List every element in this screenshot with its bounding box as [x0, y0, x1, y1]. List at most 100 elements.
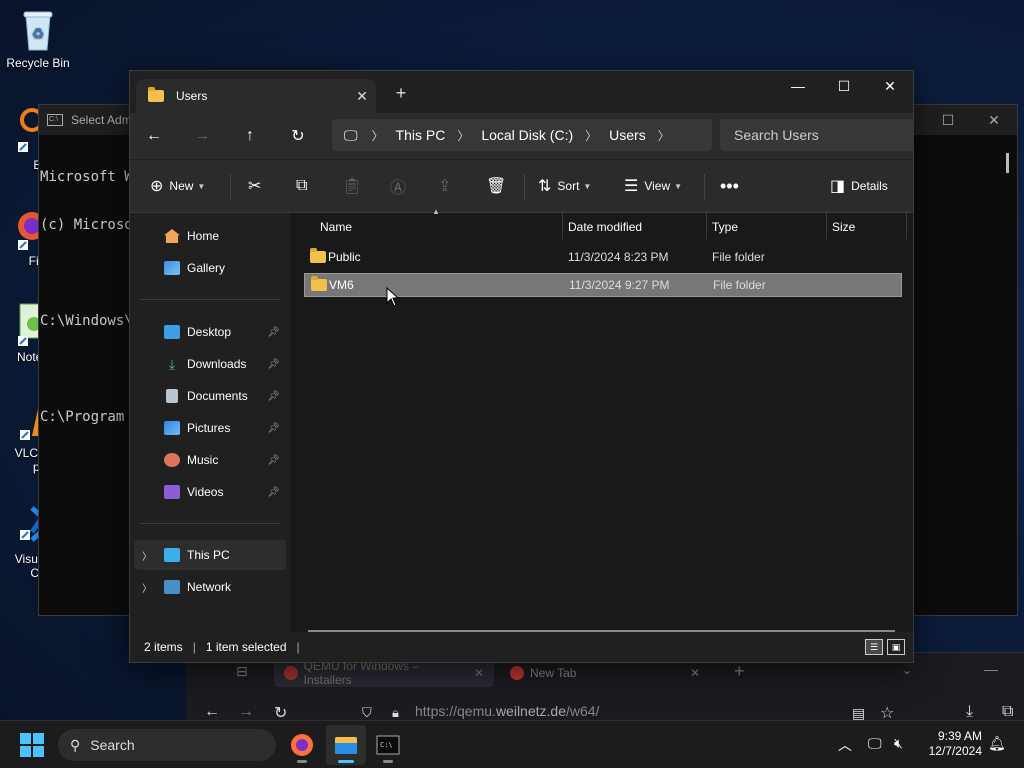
back-icon[interactable]: ← [204, 703, 220, 721]
refresh-icon[interactable]: ↻ [274, 126, 322, 146]
tab-overview-icon[interactable]: ⊟ [236, 663, 248, 680]
column-divider[interactable] [826, 213, 827, 239]
breadcrumb-local-disk[interactable]: Local Disk (C:) [481, 127, 573, 143]
desktop-icon-recycle-bin[interactable]: ♻ Recycle Bin [0, 8, 76, 70]
forward-arrow-icon[interactable]: → [178, 127, 226, 145]
desktop-folder-icon [164, 325, 180, 339]
sidebar-item-home[interactable]: Home [134, 221, 286, 251]
tiles-view-icon[interactable]: ▣ [887, 639, 905, 655]
more-options-button[interactable]: ••• [720, 176, 739, 197]
browser-tab-new[interactable]: New Tab ✕ [500, 659, 710, 687]
chevron-right-icon[interactable]: 〉 [142, 580, 152, 595]
sidebar-item-this-pc[interactable]: 〉 This PC [134, 540, 286, 570]
sidebar-item-downloads[interactable]: ⤓ Downloads 📌︎ [134, 349, 286, 379]
explorer-tab-title: Users [176, 89, 208, 103]
details-view-icon[interactable]: ☰ [865, 639, 883, 655]
explorer-tab-users[interactable]: Users ✕ [136, 79, 376, 113]
minimize-icon[interactable]: — [775, 71, 821, 101]
up-arrow-icon[interactable]: ↑ [226, 127, 274, 145]
tab-close-icon[interactable]: ✕ [690, 666, 700, 680]
chevron-right-icon[interactable]: 〉 [457, 127, 469, 144]
pin-icon[interactable]: 📌︎ [267, 327, 280, 338]
new-button[interactable]: ⊕ New ▼ [150, 176, 205, 196]
pin-icon[interactable]: 📌︎ [267, 391, 280, 402]
chevron-right-icon[interactable]: 〉 [372, 127, 384, 144]
cut-button[interactable]: ✂ [248, 176, 267, 196]
network-status-icon[interactable]: 🖵︎ [868, 735, 882, 752]
sidebar-item-network[interactable]: 〉 Network [134, 572, 286, 602]
system-clock[interactable]: 9:39 AM 12/7/2024 [920, 729, 982, 759]
sidebar-item-music[interactable]: Music 📌︎ [134, 445, 286, 475]
download-icon[interactable]: ⤓ [966, 703, 973, 721]
selection-count: 1 item selected [205, 640, 287, 654]
tab-close-icon[interactable]: ✕ [348, 88, 376, 105]
sidebar-item-documents[interactable]: Documents 📌︎ [134, 381, 286, 411]
table-row[interactable]: Public 11/3/2024 8:23 PM File folder [304, 245, 902, 269]
chevron-right-icon[interactable]: 〉 [658, 127, 670, 144]
delete-button[interactable]: 🗑︎ [486, 176, 512, 196]
notification-bell-icon[interactable]: 🔔︎ [988, 735, 1006, 752]
sidebar-item-desktop[interactable]: Desktop 📌︎ [134, 317, 286, 347]
close-icon[interactable]: ✕ [867, 71, 913, 101]
chevron-right-icon[interactable]: 〉 [585, 127, 597, 144]
column-divider[interactable] [906, 213, 907, 239]
view-button[interactable]: ☰ View ▼ [624, 176, 682, 196]
back-arrow-icon[interactable]: ← [130, 127, 178, 145]
console-scrollbar[interactable] [1006, 153, 1009, 173]
forward-icon[interactable]: → [238, 703, 254, 721]
maximize-icon[interactable]: ☐ [821, 71, 867, 101]
command-bar: ⊕ New ▼ ✂ ⧉ 📋︎ Ⓐ ⇪ 🗑︎ ⇅ Sort ▼ ☰ View ▼ … [130, 159, 913, 213]
new-tab-icon[interactable]: + [734, 661, 745, 682]
search-input[interactable]: Search Users [720, 119, 914, 151]
copy-button[interactable]: ⧉ [296, 177, 313, 195]
tab-close-icon[interactable]: ✕ [474, 666, 484, 680]
pictures-icon [164, 421, 180, 435]
column-header-type[interactable]: Type [712, 213, 738, 241]
sidebar-item-pictures[interactable]: Pictures 📌︎ [134, 413, 286, 443]
taskbar-firefox[interactable] [282, 725, 322, 765]
file-explorer-window[interactable]: Users ✕ + — ☐ ✕ ← → ↑ ↻ 🖵︎ 〉 This PC 〉 L… [129, 70, 914, 663]
column-header-size[interactable]: Size [832, 213, 855, 241]
volume-muted-icon[interactable]: 🔇︎ [894, 735, 903, 752]
share-button[interactable]: ⇪ [438, 176, 457, 196]
pin-icon[interactable]: 📌︎ [267, 455, 280, 466]
paste-button[interactable]: 📋︎ [342, 176, 368, 196]
pin-icon[interactable]: 📌︎ [267, 423, 280, 434]
console-close-icon[interactable]: ✕ [971, 105, 1017, 135]
column-header-name[interactable]: Name [320, 213, 352, 241]
sidebar-item-label: Desktop [187, 325, 232, 339]
folder-icon [148, 87, 164, 102]
console-title: Select Adm [71, 113, 132, 127]
column-header-date-modified[interactable]: Date modified [568, 213, 642, 241]
taskbar-file-explorer[interactable] [326, 725, 366, 765]
sidebar-item-videos[interactable]: Videos 📌︎ [134, 477, 286, 507]
address-bar[interactable]: 🖵︎ 〉 This PC 〉 Local Disk (C:) 〉 Users 〉 [332, 119, 712, 151]
minimize-icon[interactable]: — [984, 661, 998, 677]
windows-start-icon[interactable] [20, 733, 44, 757]
extensions-icon[interactable]: ⧉ [1002, 703, 1013, 721]
sort-button[interactable]: ⇅ Sort ▼ [538, 176, 591, 196]
explorer-titlebar[interactable]: Users ✕ + — ☐ ✕ [130, 71, 913, 113]
column-divider[interactable] [706, 213, 707, 239]
taskbar-search[interactable]: ⚲ Search [58, 729, 276, 761]
console-maximize-icon[interactable]: ☐ [925, 105, 971, 135]
details-button[interactable]: ◨ Details [830, 176, 888, 196]
breadcrumb-users[interactable]: Users [609, 127, 646, 143]
show-hidden-icons-chevron-up-icon[interactable]: ︿ [838, 735, 852, 755]
divider: | [192, 640, 196, 654]
sidebar-item-label: Music [187, 453, 219, 467]
status-bar: 2 items | 1 item selected | ☰ ▣ [130, 632, 913, 662]
column-divider[interactable] [562, 213, 563, 239]
rename-button[interactable]: Ⓐ [390, 174, 412, 198]
url-prefix: https://qemu. [415, 703, 496, 719]
browser-tab-qemu[interactable]: QEMU for Windows – Installers ✕ [274, 659, 494, 687]
taskbar-terminal[interactable]: C:\ [368, 725, 408, 765]
new-tab-icon[interactable]: + [388, 83, 414, 104]
shield-icon[interactable]: ⛉ [362, 705, 372, 721]
chevron-right-icon[interactable]: 〉 [142, 548, 152, 563]
pin-icon[interactable]: 📌︎ [267, 487, 280, 498]
pin-icon[interactable]: 📌︎ [267, 359, 280, 370]
sidebar-item-gallery[interactable]: Gallery [134, 253, 286, 283]
breadcrumb-this-pc[interactable]: This PC [396, 127, 446, 143]
tab-list-icon[interactable]: ⌄ [902, 663, 912, 677]
